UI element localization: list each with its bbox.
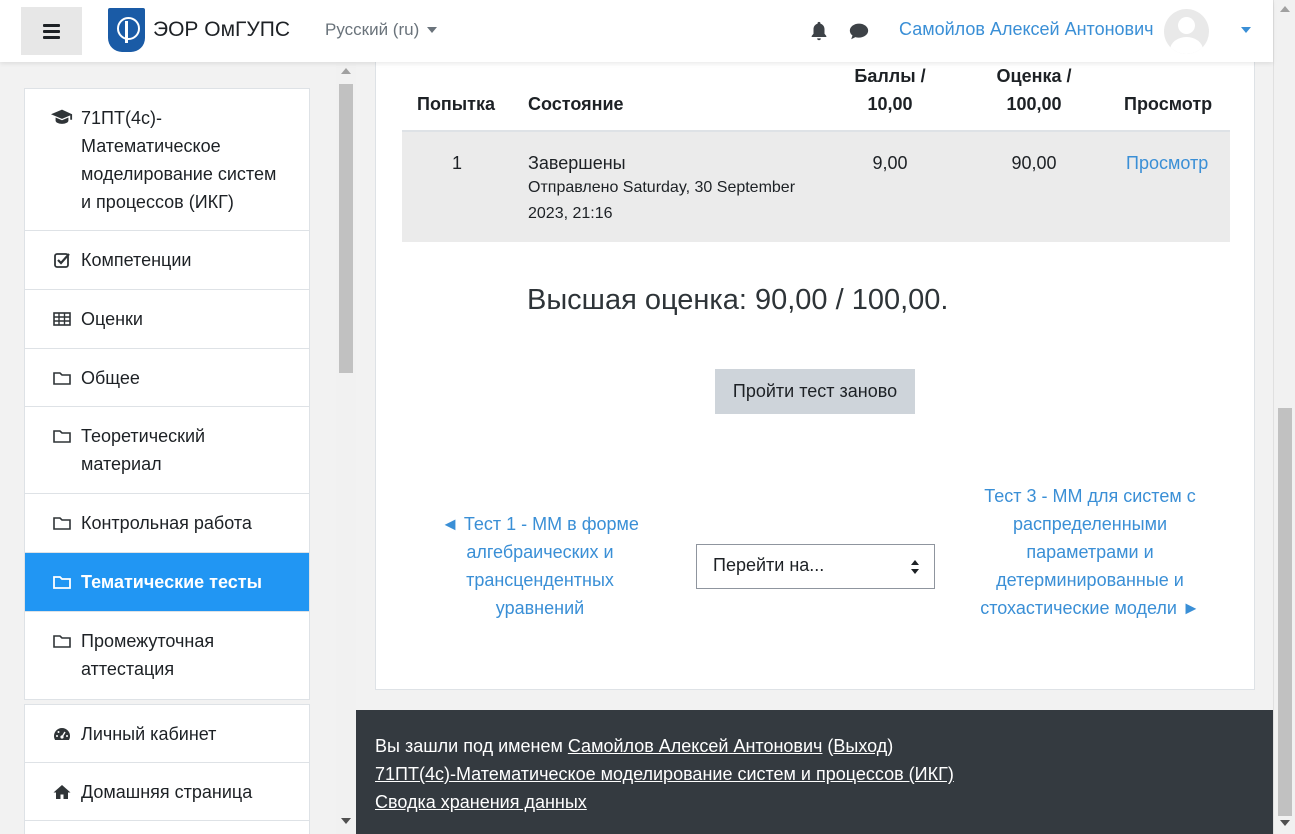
nav-drawer: 71ПТ(4с)-Математическое моделирование си… (0, 62, 356, 834)
site-name: ЭОР ОмГУПС (153, 18, 291, 41)
checkbox-icon (54, 253, 70, 268)
sidebar-item-label: Оценки (81, 309, 143, 329)
course-nav-menu: 71ПТ(4с)-Математическое моделирование си… (24, 88, 310, 700)
sidebar-item-intermediate-attestation[interactable]: Промежуточная аттестация (25, 612, 309, 699)
attempt-state: Завершены (528, 153, 626, 173)
university-logo-icon (108, 8, 145, 52)
scroll-down-arrow-icon[interactable] (341, 818, 351, 824)
folder-icon (53, 576, 71, 589)
language-label: Русский (ru) (325, 20, 420, 39)
sidebar-item-label: Теоретический материал (81, 426, 206, 474)
attempt-submitted: Отправлено Saturday, 30 September 2023, … (528, 179, 796, 222)
hamburger-icon (43, 23, 60, 27)
sidebar-item-label: Тематические тесты (81, 572, 262, 592)
user-menu-name[interactable]: Самойлов Алексей Антонович (899, 19, 1154, 40)
best-grade: Высшая оценка: 90,00 / 100,00. (527, 284, 949, 316)
attempt-marks: 9,00 (872, 153, 908, 173)
user-avatar[interactable] (1164, 9, 1209, 54)
sidebar-item-label: Промежуточная аттестация (81, 631, 215, 679)
sidebar-item-general[interactable]: Общее (25, 349, 309, 407)
logout-link[interactable]: Выход (833, 736, 887, 756)
logged-in-info: Вы зашли под именем Самойлов Алексей Ант… (375, 736, 894, 756)
attempt-grade: 90,00 (1011, 153, 1057, 173)
sidebar-item-label: Домашняя страница (81, 782, 253, 802)
folder-icon (53, 635, 71, 648)
quiz-summary-card: Попытка Состояние Баллы / 10,00 Оценка /… (375, 62, 1255, 690)
next-activity-link[interactable]: Тест 3 - ММ для систем с распределенными… (976, 482, 1204, 622)
menu-toggle-button[interactable] (21, 7, 82, 55)
graduation-cap-icon (51, 109, 73, 124)
page-footer: Вы зашли под именем Самойлов Алексей Ант… (356, 710, 1273, 834)
logged-in-prefix: Вы зашли под именем (375, 736, 563, 756)
dashboard-icon (54, 728, 70, 740)
prev-activity-link[interactable]: ◄ Тест 1 - ММ в форме алгебраических и т… (426, 510, 654, 622)
footer-user-link[interactable]: Самойлов Алексей Антонович (568, 736, 823, 756)
sidebar-item-grades[interactable]: Оценки (25, 290, 309, 349)
col-marks: Баллы / 10,00 (854, 66, 926, 114)
drawer-scroll-thumb[interactable] (339, 84, 353, 373)
col-attempt: Попытка (417, 94, 496, 114)
messages-chat-icon[interactable] (848, 20, 870, 42)
col-review: Просмотр (1124, 94, 1213, 114)
col-state: Состояние (528, 94, 624, 114)
sidebar-item-label: Личный кабинет (81, 724, 217, 744)
page-scrollbar[interactable] (1273, 0, 1295, 834)
folder-icon (53, 517, 71, 530)
review-link[interactable]: Просмотр (1126, 149, 1208, 177)
scroll-up-arrow-icon[interactable] (341, 68, 351, 74)
course-title: 71ПТ(4с)-Математическое моделирование си… (81, 108, 277, 212)
attempts-table-header: Попытка Состояние Баллы / 10,00 Оценка /… (402, 62, 1230, 132)
jump-to-select[interactable]: Перейти на... (696, 544, 935, 589)
user-menu-caret-icon[interactable] (1241, 27, 1251, 33)
attempt-number: 1 (451, 153, 462, 173)
sidebar-item-partial (25, 821, 309, 834)
language-selector[interactable]: Русский (ru) (325, 20, 438, 40)
sidebar-item-dashboard[interactable]: Личный кабинет (25, 705, 309, 763)
sidebar-item-home[interactable]: Домашняя страница (25, 763, 309, 821)
sidebar-item-label: Контрольная работа (81, 513, 252, 533)
home-icon (53, 785, 71, 799)
col-grade: Оценка / 100,00 (996, 66, 1072, 114)
nav-icons (808, 20, 870, 42)
folder-icon (53, 372, 71, 385)
sidebar-item-label: Общее (81, 368, 140, 388)
data-retention-summary-link[interactable]: Сводка хранения данных (375, 792, 587, 812)
top-navbar: ЭОР ОмГУПС Русский (ru) Самойлов Алексей… (0, 0, 1273, 62)
sidebar-item-thematic-tests[interactable]: Тематические тесты (25, 553, 309, 612)
scroll-down-arrow-icon[interactable] (1280, 820, 1290, 826)
page-scroll-thumb[interactable] (1278, 408, 1292, 816)
caret-down-icon (427, 27, 438, 33)
sidebar-item-label: Компетенции (81, 250, 192, 270)
course-home-link[interactable]: 71ПТ(4с)-Математическое моделирование си… (25, 89, 309, 231)
site-brand[interactable]: ЭОР ОмГУПС (108, 8, 290, 52)
select-arrows-icon (911, 560, 919, 574)
scroll-up-arrow-icon[interactable] (1280, 6, 1290, 12)
site-nav-menu: Личный кабинет Домашняя страница (24, 704, 310, 834)
notifications-bell-icon[interactable] (808, 20, 830, 42)
folder-icon (53, 430, 71, 443)
table-row: 1 Завершены Отправлено Saturday, 30 Sept… (402, 132, 1230, 242)
drawer-scrollbar[interactable] (336, 62, 356, 834)
jump-to-label: Перейти на... (713, 555, 825, 575)
retake-quiz-button[interactable]: Пройти тест заново (715, 369, 915, 414)
table-icon (53, 312, 71, 326)
footer-course-link[interactable]: 71ПТ(4с)-Математическое моделирование си… (375, 764, 954, 784)
sidebar-item-competencies[interactable]: Компетенции (25, 231, 309, 290)
sidebar-item-theory[interactable]: Теоретический материал (25, 407, 309, 494)
sidebar-item-control-work[interactable]: Контрольная работа (25, 494, 309, 553)
